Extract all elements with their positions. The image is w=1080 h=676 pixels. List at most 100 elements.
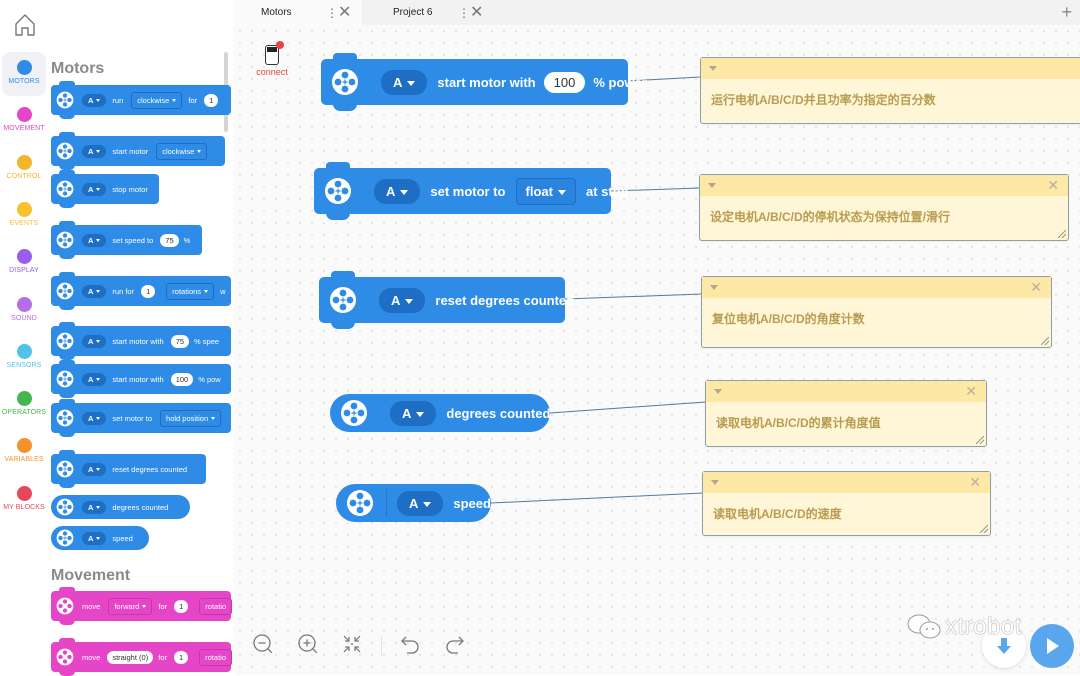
port-dropdown[interactable]: A bbox=[82, 372, 107, 386]
value-input[interactable]: 1 bbox=[141, 284, 156, 298]
category-my-blocks[interactable]: MY BLOCKS bbox=[2, 478, 46, 522]
comment-text[interactable]: 复位电机A/B/C/D的角度计数 bbox=[702, 298, 1051, 339]
port-dropdown[interactable]: A bbox=[82, 144, 107, 158]
resize-handle[interactable] bbox=[1058, 230, 1066, 238]
port-dropdown[interactable]: A bbox=[390, 400, 437, 426]
comment-text[interactable]: 读取电机A/B/C/D的累计角度值 bbox=[706, 402, 986, 443]
home-icon[interactable] bbox=[12, 12, 38, 38]
stop-mode-dropdown[interactable]: float bbox=[515, 177, 576, 205]
block-set-motor-stop-action[interactable]: A set motor to float at stop bbox=[314, 162, 629, 220]
comment-text[interactable]: 读取电机A/B/C/D的速度 bbox=[703, 493, 990, 534]
port-dropdown[interactable]: A bbox=[374, 178, 421, 204]
block-reset-degrees-counted[interactable]: A reset degrees counted bbox=[319, 271, 574, 329]
comment-text[interactable]: 设定电机A/B/C/D的停机状态为保持位置/滑行 bbox=[700, 196, 1068, 237]
collapse-icon[interactable] bbox=[710, 285, 718, 290]
zoom-out-icon[interactable] bbox=[251, 632, 275, 656]
category-dot-icon bbox=[16, 343, 32, 359]
unit-dropdown[interactable]: rotations bbox=[166, 282, 215, 300]
tab-project-6[interactable]: Project 6 ⋮ ✕ bbox=[362, 0, 494, 25]
option-dropdown[interactable]: clockwise bbox=[131, 91, 183, 109]
palette-block[interactable]: Arun for 1 rotations w bbox=[51, 272, 231, 310]
collapse-icon[interactable] bbox=[708, 183, 716, 188]
resize-handle[interactable] bbox=[1041, 337, 1049, 345]
port-dropdown[interactable]: A bbox=[82, 334, 107, 348]
palette-block-movement[interactable]: move straight (0) for 1 rotatio bbox=[51, 638, 232, 676]
block-start-motor-with-power[interactable]: A start motor with 100 % power bbox=[321, 53, 647, 111]
run-button[interactable] bbox=[1030, 624, 1074, 668]
category-sensors[interactable]: SENSORS bbox=[2, 336, 46, 380]
comment-box[interactable]: 运行电机A/B/C/D并且功率为指定的百分数 bbox=[700, 57, 1080, 124]
port-dropdown[interactable]: A bbox=[381, 69, 428, 95]
value-input[interactable]: 1 bbox=[173, 650, 189, 664]
palette-block[interactable]: Aset motor to hold position bbox=[51, 399, 231, 437]
port-dropdown[interactable]: A bbox=[82, 531, 107, 545]
value-input[interactable]: 1 bbox=[204, 93, 219, 107]
resize-handle[interactable] bbox=[976, 436, 984, 444]
port-dropdown[interactable]: A bbox=[397, 490, 444, 516]
option-dropdown[interactable]: clockwise bbox=[156, 142, 208, 160]
comment-box[interactable]: ✕ 读取电机A/B/C/D的速度 bbox=[702, 471, 991, 536]
value-input[interactable]: 100 bbox=[170, 372, 194, 386]
fit-icon[interactable] bbox=[340, 632, 364, 656]
category-operators[interactable]: OPERATORS bbox=[2, 383, 46, 427]
power-input[interactable]: 100 bbox=[543, 71, 586, 93]
plus-icon[interactable]: + bbox=[1061, 2, 1072, 23]
close-icon[interactable]: ✕ bbox=[969, 474, 981, 491]
comment-text[interactable]: 运行电机A/B/C/D并且功率为指定的百分数 bbox=[701, 79, 1080, 120]
category-control[interactable]: CONTROL bbox=[2, 147, 46, 191]
palette-block[interactable]: Areset degrees counted bbox=[51, 450, 206, 488]
palette-block[interactable]: Aspeed bbox=[51, 526, 149, 550]
palette-block[interactable]: Adegrees counted bbox=[51, 495, 190, 519]
tab-motors[interactable]: Motors ⋮ ✕ bbox=[234, 0, 362, 25]
close-icon[interactable]: ✕ bbox=[965, 383, 977, 400]
direction-dropdown[interactable]: forward bbox=[108, 597, 153, 615]
block-speed[interactable]: A speed bbox=[336, 484, 491, 522]
collapse-icon[interactable] bbox=[709, 66, 717, 71]
palette-block[interactable]: Astop motor bbox=[51, 170, 159, 208]
steering-input[interactable]: straight (0) bbox=[107, 650, 154, 664]
tab-menu-icon[interactable]: ⋮ bbox=[458, 6, 470, 20]
unit-dropdown[interactable]: rotatio bbox=[199, 648, 232, 666]
port-dropdown[interactable]: A bbox=[82, 284, 107, 298]
port-dropdown[interactable]: A bbox=[82, 93, 107, 107]
tab-menu-icon[interactable]: ⋮ bbox=[326, 6, 338, 20]
port-dropdown[interactable]: A bbox=[379, 287, 426, 313]
port-dropdown[interactable]: A bbox=[82, 182, 107, 196]
palette-block-movement[interactable]: move forward for 1 rotatio bbox=[51, 587, 233, 625]
zoom-in-icon[interactable] bbox=[296, 632, 320, 656]
palette-block[interactable]: Aset speed to 75% bbox=[51, 221, 202, 259]
comment-box[interactable]: ✕ 复位电机A/B/C/D的角度计数 bbox=[701, 276, 1052, 348]
category-display[interactable]: DISPLAY bbox=[2, 241, 46, 285]
category-movement[interactable]: MOVEMENT bbox=[2, 99, 46, 143]
comment-box[interactable]: ✕ 读取电机A/B/C/D的累计角度值 bbox=[705, 380, 987, 447]
block-degrees-counted[interactable]: A degrees counted bbox=[330, 394, 550, 432]
palette-block[interactable]: Astart motor clockwise bbox=[51, 132, 225, 170]
connect-button[interactable]: connect bbox=[252, 41, 292, 77]
palette-block[interactable]: Astart motor with 75 % spee bbox=[51, 322, 231, 360]
resize-handle[interactable] bbox=[980, 525, 988, 533]
palette-block[interactable]: Astart motor with 100 % pow bbox=[51, 360, 231, 398]
port-dropdown[interactable]: A bbox=[82, 462, 107, 476]
collapse-icon[interactable] bbox=[711, 480, 719, 485]
palette-block[interactable]: Arun clockwise for 1 bbox=[51, 81, 231, 119]
close-icon[interactable]: ✕ bbox=[1030, 279, 1042, 296]
undo-icon[interactable] bbox=[398, 632, 422, 656]
category-motors[interactable]: MOTORS bbox=[2, 52, 46, 96]
collapse-icon[interactable] bbox=[714, 389, 722, 394]
port-dropdown[interactable]: A bbox=[82, 500, 107, 514]
tab-close-icon[interactable]: ✕ bbox=[470, 2, 483, 22]
category-events[interactable]: EVENTS bbox=[2, 194, 46, 238]
value-input[interactable]: 1 bbox=[174, 599, 189, 613]
port-dropdown[interactable]: A bbox=[82, 411, 107, 425]
redo-icon[interactable] bbox=[443, 632, 467, 656]
port-dropdown[interactable]: A bbox=[82, 233, 107, 247]
value-input[interactable]: 75 bbox=[170, 334, 190, 348]
close-icon[interactable]: ✕ bbox=[1047, 177, 1059, 194]
comment-box[interactable]: ✕ 设定电机A/B/C/D的停机状态为保持位置/滑行 bbox=[699, 174, 1069, 241]
value-input[interactable]: 75 bbox=[160, 233, 179, 247]
unit-dropdown[interactable]: rotatio bbox=[199, 597, 233, 615]
category-sound[interactable]: SOUND bbox=[2, 289, 46, 333]
category-variables[interactable]: VARIABLES bbox=[2, 430, 46, 474]
option-dropdown[interactable]: hold position bbox=[160, 409, 222, 427]
tab-close-icon[interactable]: ✕ bbox=[338, 2, 351, 22]
